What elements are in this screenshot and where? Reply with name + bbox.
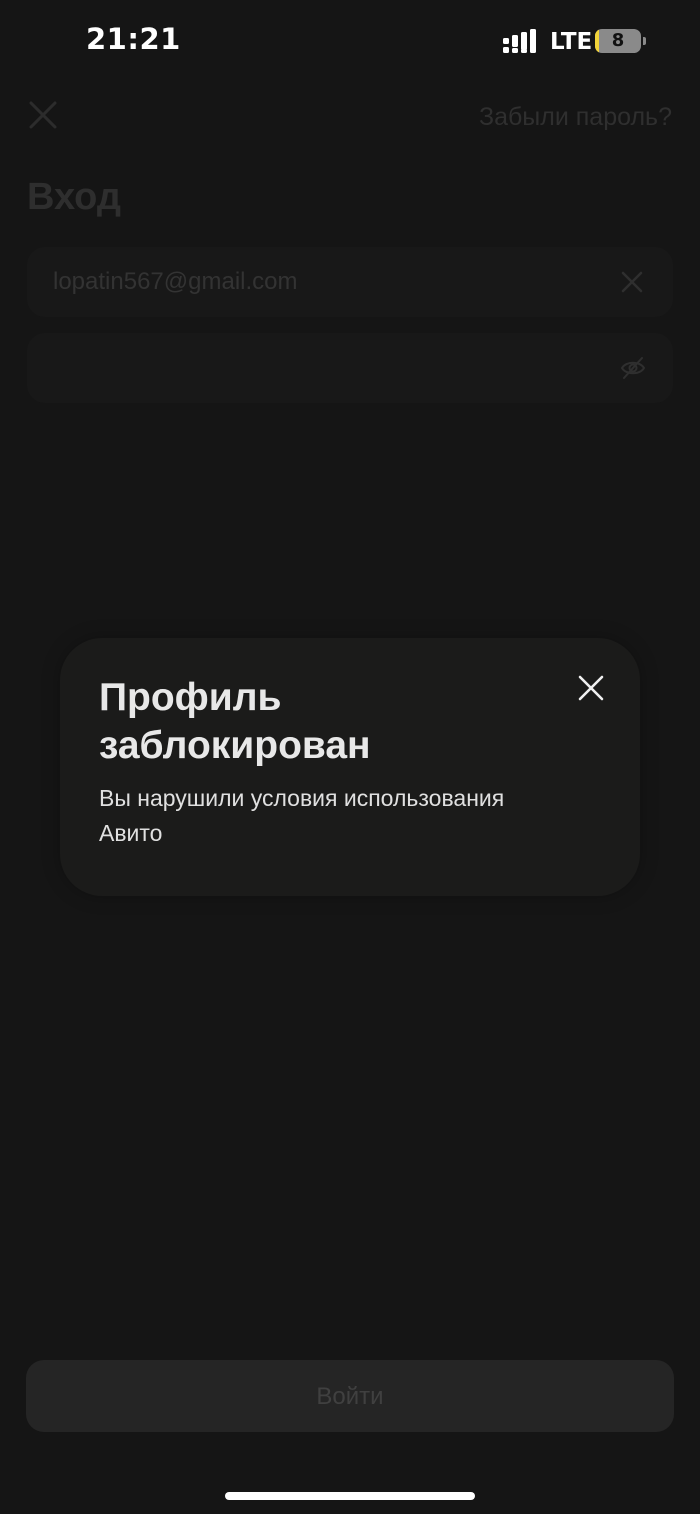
close-icon[interactable] [578, 675, 604, 701]
login-button[interactable]: Войти [26, 1360, 674, 1432]
battery-cap [643, 37, 646, 45]
page-title: Вход [27, 176, 121, 218]
clear-icon[interactable] [621, 271, 643, 293]
modal-message: Вы нарушили условия использования Авито [99, 785, 505, 846]
email-value: lopatin567@gmail.com [53, 268, 298, 295]
battery-body: 8 [595, 29, 641, 53]
modal-title: Профиль заблокирован [99, 676, 371, 767]
home-indicator[interactable] [225, 1492, 475, 1500]
forgot-password-link[interactable]: Забыли пароль? [479, 103, 672, 132]
email-field[interactable]: lopatin567@gmail.com [27, 247, 673, 317]
battery-icon: 8 [595, 29, 647, 54]
battery-level: 8 [611, 30, 625, 51]
eye-off-icon[interactable] [620, 355, 646, 381]
blocked-profile-modal: Профиль заблокирован Вы нарушили условия… [60, 638, 640, 896]
status-time: 21:21 [86, 22, 181, 56]
close-icon[interactable] [28, 100, 58, 130]
network-label: LTE [550, 29, 593, 55]
status-bar: 21:21 LTE 8 [0, 0, 700, 84]
login-screen: 21:21 LTE 8 Забыли пароль? Вход lopatin5… [0, 0, 700, 1514]
signal-icon [503, 29, 536, 53]
password-field[interactable] [27, 333, 673, 403]
